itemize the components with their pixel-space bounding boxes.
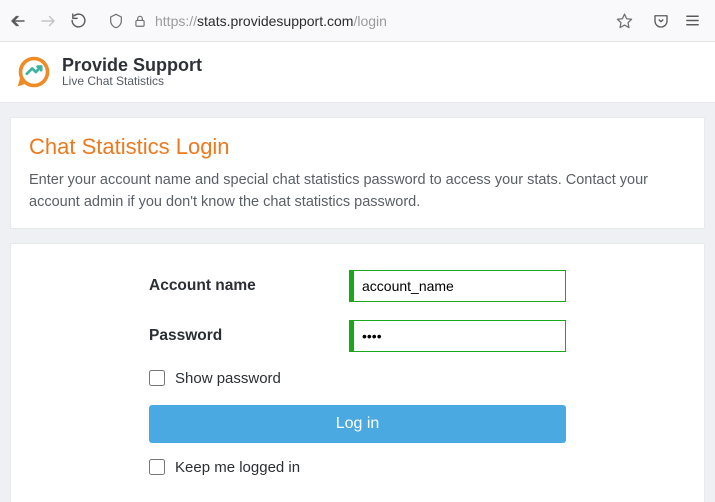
pocket-icon[interactable] bbox=[652, 12, 670, 30]
menu-button[interactable] bbox=[684, 12, 701, 29]
password-label: Password bbox=[149, 327, 349, 345]
url-bar[interactable]: https://stats.providesupport.com/login bbox=[98, 6, 642, 36]
account-name-input[interactable] bbox=[349, 270, 566, 302]
hamburger-icon bbox=[684, 12, 701, 29]
login-instructions: Enter your account name and special chat… bbox=[29, 170, 686, 214]
login-header-panel: Chat Statistics Login Enter your account… bbox=[10, 117, 705, 229]
bookmark-star-icon[interactable] bbox=[615, 12, 633, 30]
brand-subtitle: Live Chat Statistics bbox=[62, 75, 202, 88]
reload-button[interactable] bbox=[68, 11, 88, 31]
brand-text: Provide Support Live Chat Statistics bbox=[62, 56, 202, 89]
show-password-row: Show password bbox=[149, 370, 566, 387]
provide-support-logo bbox=[16, 54, 52, 90]
shield-icon bbox=[107, 12, 125, 30]
keep-logged-row: Keep me logged in bbox=[149, 459, 566, 476]
back-button[interactable] bbox=[8, 11, 28, 31]
page-title: Chat Statistics Login bbox=[29, 134, 686, 160]
brand-bar: Provide Support Live Chat Statistics bbox=[0, 42, 715, 103]
account-row: Account name bbox=[149, 270, 566, 302]
page-body: Provide Support Live Chat Statistics Cha… bbox=[0, 42, 715, 502]
show-password-label: Show password bbox=[175, 370, 281, 387]
url-text: https://stats.providesupport.com/login bbox=[155, 13, 387, 29]
reload-icon bbox=[70, 12, 87, 29]
forward-button[interactable] bbox=[38, 11, 58, 31]
keep-logged-checkbox[interactable] bbox=[149, 459, 165, 475]
brand-title: Provide Support bbox=[62, 56, 202, 76]
browser-toolbar: https://stats.providesupport.com/login bbox=[0, 0, 715, 42]
arrow-left-icon bbox=[9, 12, 27, 30]
login-form-panel: Account name Password Show password Log … bbox=[10, 243, 705, 502]
password-input[interactable] bbox=[349, 320, 566, 352]
show-password-checkbox[interactable] bbox=[149, 370, 165, 386]
password-row: Password bbox=[149, 320, 566, 352]
keep-logged-label: Keep me logged in bbox=[175, 459, 300, 476]
arrow-right-icon bbox=[39, 12, 57, 30]
lock-icon bbox=[131, 12, 149, 30]
login-button[interactable]: Log in bbox=[149, 405, 566, 443]
account-name-label: Account name bbox=[149, 277, 349, 295]
